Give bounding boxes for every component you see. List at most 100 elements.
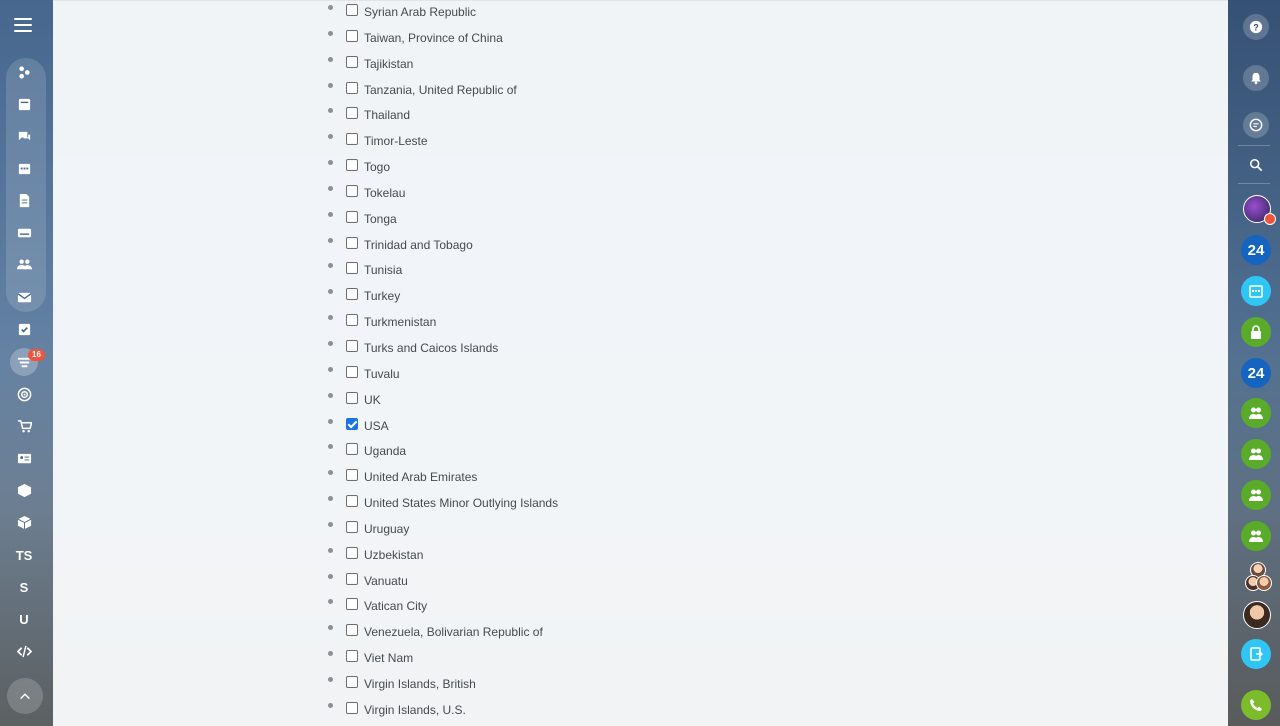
bullet-icon <box>328 496 333 502</box>
bullet-icon <box>328 599 333 605</box>
country-checkbox[interactable] <box>346 701 358 714</box>
country-checkbox[interactable] <box>346 365 358 378</box>
group-chat-icon[interactable] <box>1241 480 1271 510</box>
notification-badge: 16 <box>28 349 45 361</box>
country-label[interactable]: Tuvalu <box>364 367 400 381</box>
bullet-icon <box>328 5 333 10</box>
country-label[interactable]: Venezuela, Bolivarian Republic of <box>364 625 543 639</box>
bullet-icon <box>328 108 333 114</box>
country-label[interactable]: Uzbekistan <box>364 548 423 562</box>
country-checkbox[interactable] <box>346 650 358 663</box>
country-label[interactable]: United States Minor Outlying Islands <box>364 496 558 510</box>
feed-icon[interactable] <box>12 60 36 84</box>
country-checkbox[interactable] <box>346 469 358 482</box>
user-avatar[interactable] <box>1243 601 1271 629</box>
box-icon[interactable] <box>12 478 36 502</box>
group-chat-icon[interactable] <box>1241 439 1271 469</box>
country-checkbox[interactable] <box>346 55 358 68</box>
tasks-icon[interactable] <box>12 92 36 116</box>
country-checkbox[interactable] <box>346 443 358 456</box>
country-label[interactable]: Uganda <box>364 444 406 458</box>
drive-icon[interactable] <box>12 220 36 244</box>
s-app-item[interactable]: S <box>12 575 36 599</box>
country-label[interactable]: Tunisia <box>364 263 402 277</box>
open-lines-icon[interactable] <box>1241 639 1271 669</box>
country-label[interactable]: Tonga <box>364 212 397 226</box>
checklist-icon[interactable] <box>12 317 36 341</box>
country-checkbox[interactable] <box>346 546 358 559</box>
u-app-item[interactable]: U <box>12 607 36 631</box>
group-chat-icon[interactable] <box>1241 398 1271 428</box>
bitrix24-app-icon[interactable]: 24 <box>1241 235 1271 265</box>
country-label[interactable]: UK <box>364 393 381 407</box>
country-label[interactable]: Virgin Islands, U.S. <box>364 703 466 717</box>
country-label[interactable]: Viet Nam <box>364 651 413 665</box>
country-label[interactable]: Togo <box>364 160 390 174</box>
country-checkbox[interactable] <box>346 598 358 611</box>
country-label[interactable]: USA <box>364 419 389 433</box>
bullet-icon <box>328 418 333 424</box>
country-label[interactable]: Timor-Leste <box>364 134 428 148</box>
employees-icon[interactable] <box>12 252 36 276</box>
calendar-app-icon[interactable] <box>1241 276 1271 306</box>
target-icon[interactable] <box>12 382 36 406</box>
contact-card-icon[interactable] <box>12 446 36 470</box>
country-label[interactable]: Uruguay <box>364 522 409 536</box>
lock-app-icon[interactable] <box>1241 317 1271 347</box>
country-label[interactable]: United Arab Emirates <box>364 470 477 484</box>
country-checkbox[interactable] <box>346 314 358 327</box>
collapse-sidebar-button[interactable] <box>7 678 43 714</box>
country-label[interactable]: Turkey <box>364 289 400 303</box>
country-label[interactable]: Turkmenistan <box>364 315 436 329</box>
documents-icon[interactable] <box>12 188 36 212</box>
country-checkbox[interactable] <box>346 262 358 275</box>
country-checkbox[interactable] <box>346 29 358 42</box>
shop-cart-icon[interactable] <box>12 414 36 438</box>
country-label[interactable]: Vanuatu <box>364 574 408 588</box>
country-checkbox[interactable] <box>346 339 358 352</box>
country-checkbox[interactable] <box>346 81 358 94</box>
chat-icon[interactable] <box>12 124 36 148</box>
bell-icon[interactable] <box>1243 65 1269 91</box>
country-checkbox[interactable] <box>346 184 358 197</box>
country-label[interactable]: Taiwan, Province of China <box>364 31 503 45</box>
country-label[interactable]: Turks and Caicos Islands <box>364 341 498 355</box>
country-checkbox[interactable] <box>346 210 358 223</box>
country-checkbox[interactable] <box>346 107 358 120</box>
country-checkbox[interactable] <box>346 624 358 637</box>
country-checkbox[interactable] <box>346 520 358 533</box>
country-checkbox[interactable] <box>346 572 358 585</box>
country-label[interactable]: Vatican City <box>364 599 427 613</box>
user-avatar[interactable] <box>1256 575 1272 591</box>
country-label[interactable]: Trinidad and Tobago <box>364 238 473 252</box>
country-label[interactable]: Tajikistan <box>364 57 413 71</box>
calendar-icon[interactable] <box>12 156 36 180</box>
country-label[interactable]: Tanzania, United Republic of <box>364 83 517 97</box>
country-checkbox[interactable] <box>346 495 358 508</box>
ts-app-item[interactable]: TS <box>12 543 36 567</box>
country-checkbox[interactable] <box>346 133 358 146</box>
country-label[interactable]: Syrian Arab Republic <box>364 5 476 19</box>
country-label[interactable]: Tokelau <box>364 186 405 200</box>
bitrix24-app-icon-2[interactable]: 24 <box>1241 358 1271 388</box>
country-label[interactable]: Virgin Islands, British <box>364 677 476 691</box>
country-checkbox[interactable] <box>346 159 358 172</box>
hamburger-icon[interactable] <box>14 18 32 34</box>
mail-icon[interactable] <box>12 285 36 309</box>
main-content: Syrian Arab Republic Taiwan, Province of … <box>53 0 1228 726</box>
country-checkbox[interactable] <box>346 675 358 688</box>
search-icon[interactable] <box>1243 152 1269 178</box>
messages-icon[interactable] <box>1243 112 1269 138</box>
group-chat-icon[interactable] <box>1241 521 1271 551</box>
country-checkbox[interactable] <box>346 4 358 16</box>
phone-icon[interactable] <box>1241 690 1271 720</box>
country-checkbox[interactable] <box>346 391 358 404</box>
help-icon[interactable]: ? <box>1243 14 1269 40</box>
code-icon[interactable] <box>12 639 36 663</box>
country-checkbox[interactable] <box>346 417 358 430</box>
country-label[interactable]: Thailand <box>364 108 410 122</box>
cube-icon[interactable] <box>12 510 36 534</box>
country-checkbox[interactable] <box>346 288 358 301</box>
country-checkbox[interactable] <box>346 236 358 249</box>
bullet-icon <box>328 547 333 553</box>
